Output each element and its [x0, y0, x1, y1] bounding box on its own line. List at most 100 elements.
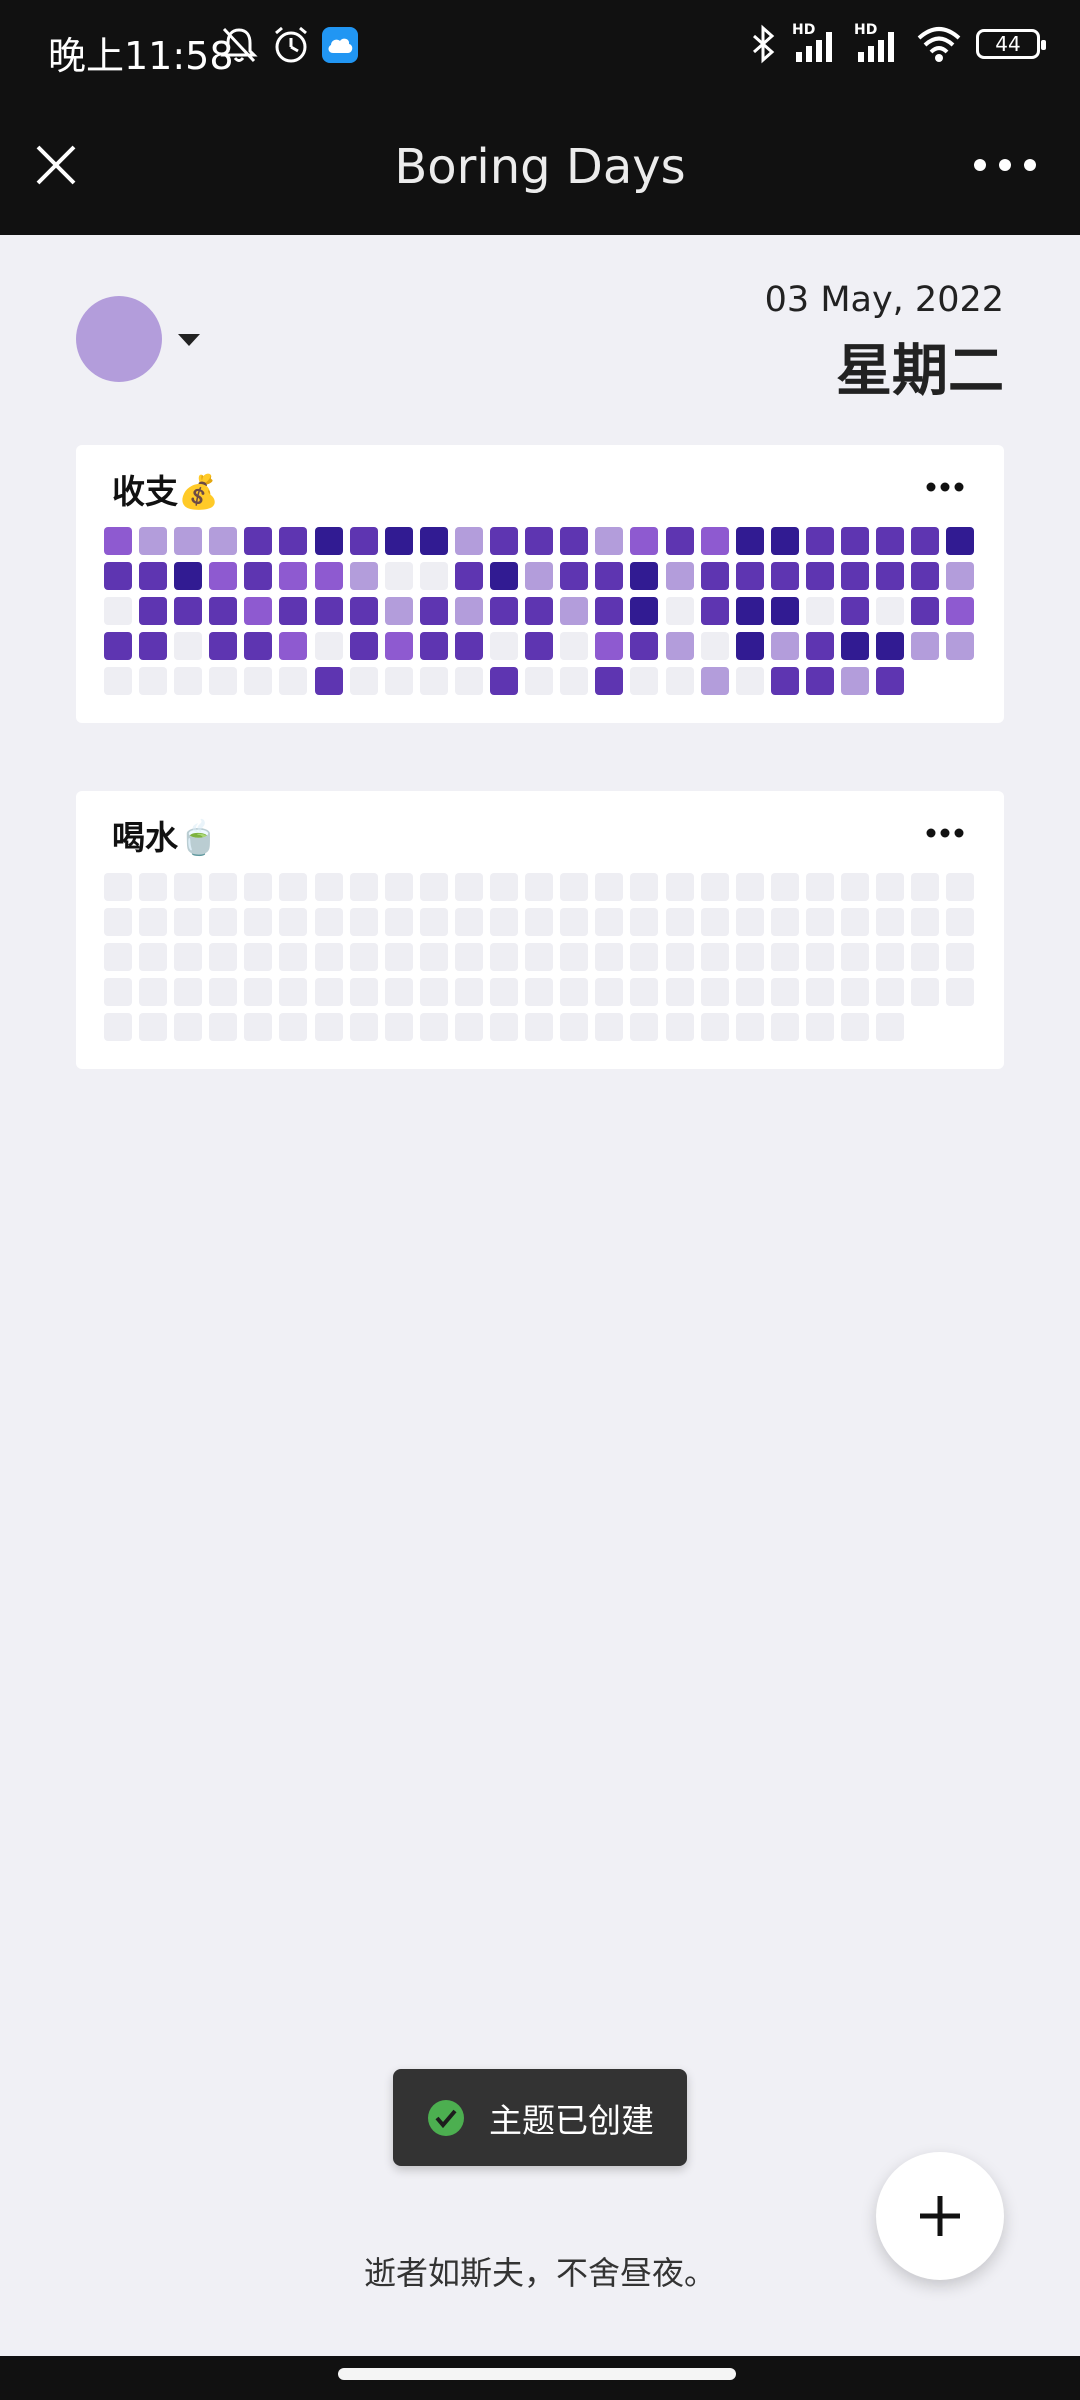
day-cell[interactable] — [665, 873, 694, 901]
day-cell[interactable] — [209, 562, 238, 590]
day-cell[interactable] — [244, 873, 273, 901]
more-horizontal-icon[interactable] — [970, 147, 1040, 183]
day-cell[interactable] — [525, 908, 554, 936]
day-cell[interactable] — [946, 632, 975, 660]
day-cell[interactable] — [630, 978, 659, 1006]
day-cell[interactable] — [419, 978, 448, 1006]
day-cell[interactable] — [349, 943, 378, 971]
day-cell[interactable] — [770, 667, 799, 695]
day-cell[interactable] — [209, 873, 238, 901]
day-cell[interactable] — [419, 1013, 448, 1041]
day-cell[interactable] — [630, 908, 659, 936]
day-cell[interactable] — [560, 562, 589, 590]
day-cell[interactable] — [490, 632, 519, 660]
day-cell[interactable] — [209, 943, 238, 971]
day-cell[interactable] — [525, 978, 554, 1006]
day-cell[interactable] — [665, 667, 694, 695]
day-cell[interactable] — [104, 667, 132, 695]
day-cell[interactable] — [209, 527, 238, 555]
day-cell[interactable] — [735, 978, 764, 1006]
day-cell[interactable] — [139, 667, 168, 695]
day-cell[interactable] — [139, 1013, 168, 1041]
day-cell[interactable] — [700, 527, 729, 555]
day-cell[interactable] — [595, 873, 624, 901]
day-cell[interactable] — [665, 562, 694, 590]
day-cell[interactable] — [946, 527, 975, 555]
day-cell[interactable] — [454, 667, 483, 695]
day-cell[interactable] — [876, 1013, 905, 1041]
day-cell[interactable] — [840, 873, 869, 901]
day-cell[interactable] — [139, 632, 168, 660]
day-cell[interactable] — [876, 873, 905, 901]
day-cell[interactable] — [244, 1013, 273, 1041]
day-cell[interactable] — [876, 978, 905, 1006]
day-cell[interactable] — [595, 667, 624, 695]
day-cell[interactable] — [349, 667, 378, 695]
day-cell[interactable] — [244, 597, 273, 625]
day-cell[interactable] — [700, 873, 729, 901]
day-cell[interactable] — [911, 597, 940, 625]
day-cell[interactable] — [770, 873, 799, 901]
day-cell[interactable] — [279, 908, 308, 936]
day-cell[interactable] — [419, 943, 448, 971]
day-cell[interactable] — [840, 597, 869, 625]
day-cell[interactable] — [735, 562, 764, 590]
day-cell[interactable] — [735, 597, 764, 625]
day-cell[interactable] — [735, 632, 764, 660]
day-cell[interactable] — [630, 562, 659, 590]
day-cell[interactable] — [946, 873, 975, 901]
day-cell[interactable] — [314, 562, 343, 590]
day-cell[interactable] — [630, 527, 659, 555]
day-cell[interactable] — [279, 667, 308, 695]
day-cell[interactable] — [139, 943, 168, 971]
day-cell[interactable] — [174, 908, 203, 936]
day-cell[interactable] — [349, 908, 378, 936]
day-cell[interactable] — [349, 873, 378, 901]
day-cell[interactable] — [209, 667, 238, 695]
day-cell[interactable] — [384, 1013, 413, 1041]
day-cell[interactable] — [314, 667, 343, 695]
day-cell[interactable] — [911, 908, 940, 936]
day-cell[interactable] — [911, 562, 940, 590]
day-cell[interactable] — [139, 597, 168, 625]
day-cell[interactable] — [314, 1013, 343, 1041]
day-cell[interactable] — [700, 908, 729, 936]
day-cell[interactable] — [770, 632, 799, 660]
day-cell[interactable] — [770, 908, 799, 936]
day-cell[interactable] — [104, 978, 132, 1006]
day-cell[interactable] — [911, 943, 940, 971]
day-cell[interactable] — [279, 632, 308, 660]
day-cell[interactable] — [805, 943, 834, 971]
day-cell[interactable] — [595, 597, 624, 625]
day-cell[interactable] — [840, 562, 869, 590]
day-cell[interactable] — [770, 527, 799, 555]
day-cell[interactable] — [349, 632, 378, 660]
day-cell[interactable] — [209, 597, 238, 625]
day-cell[interactable] — [174, 562, 203, 590]
habit-card[interactable]: 收支💰 — [76, 445, 1004, 723]
day-cell[interactable] — [876, 562, 905, 590]
day-cell[interactable] — [174, 667, 203, 695]
day-cell[interactable] — [244, 978, 273, 1006]
day-cell[interactable] — [840, 632, 869, 660]
day-cell[interactable] — [805, 597, 834, 625]
day-cell[interactable] — [279, 597, 308, 625]
day-cell[interactable] — [209, 978, 238, 1006]
day-cell[interactable] — [630, 632, 659, 660]
day-cell[interactable] — [876, 943, 905, 971]
day-cell[interactable] — [209, 1013, 238, 1041]
day-cell[interactable] — [560, 908, 589, 936]
day-cell[interactable] — [840, 1013, 869, 1041]
day-cell[interactable] — [630, 1013, 659, 1041]
day-cell[interactable] — [911, 632, 940, 660]
day-cell[interactable] — [419, 632, 448, 660]
day-cell[interactable] — [104, 943, 132, 971]
day-cell[interactable] — [490, 978, 519, 1006]
day-cell[interactable] — [139, 873, 168, 901]
day-cell[interactable] — [174, 597, 203, 625]
day-cell[interactable] — [805, 978, 834, 1006]
day-cell[interactable] — [279, 873, 308, 901]
day-cell[interactable] — [244, 667, 273, 695]
day-cell[interactable] — [560, 597, 589, 625]
day-cell[interactable] — [384, 562, 413, 590]
